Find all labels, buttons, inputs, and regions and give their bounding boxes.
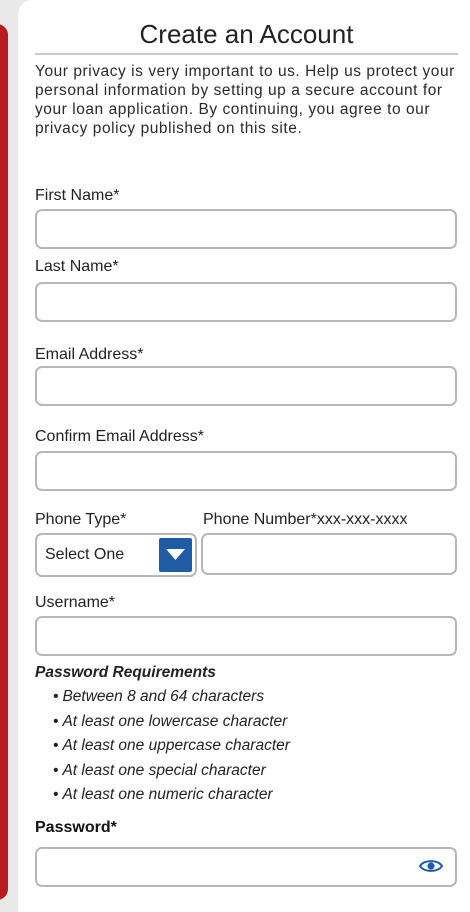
list-item: • Between 8 and 64 characters	[53, 688, 265, 705]
list-item: • At least one uppercase character	[53, 737, 290, 754]
phone-type-label: Phone Type*	[35, 511, 127, 528]
list-item: • At least one lowercase character	[53, 712, 288, 730]
list-item: • At least one special character	[53, 761, 266, 779]
title-divider	[35, 53, 458, 55]
phone-number-input[interactable]	[201, 533, 457, 575]
last-name-label: Last Name*	[35, 258, 119, 275]
list-item: • At least one numeric character	[53, 786, 273, 803]
confirm-email-label: Confirm Email Address*	[35, 428, 204, 445]
privacy-intro-text: Your privacy is very important to us. He…	[35, 63, 455, 137]
confirm-email-input[interactable]	[35, 451, 457, 491]
password-label: Password*	[35, 819, 117, 836]
page-title: Create an Account	[139, 19, 354, 49]
username-label: Username*	[35, 594, 116, 611]
dropdown-button[interactable]	[159, 538, 192, 572]
email-input[interactable]	[35, 366, 457, 406]
phone-number-label: Phone Number*xxx-xxx-xxxx	[203, 511, 408, 528]
chevron-down-icon	[166, 549, 185, 560]
background-red-edge	[0, 24, 8, 900]
first-name-input[interactable]	[35, 209, 457, 249]
password-requirements-title: Password Requirements	[35, 664, 216, 681]
email-label: Email Address*	[35, 346, 144, 363]
password-input[interactable]	[35, 847, 457, 887]
password-requirements-list: • Between 8 and 64 characters • At least o…	[53, 685, 290, 808]
phone-type-select[interactable]: Select One	[35, 533, 197, 577]
username-input[interactable]	[35, 616, 457, 656]
phone-type-selected-value: Select One	[45, 546, 125, 563]
eye-icon[interactable]	[419, 858, 443, 874]
last-name-input[interactable]	[35, 282, 457, 322]
first-name-label: First Name*	[35, 187, 120, 204]
